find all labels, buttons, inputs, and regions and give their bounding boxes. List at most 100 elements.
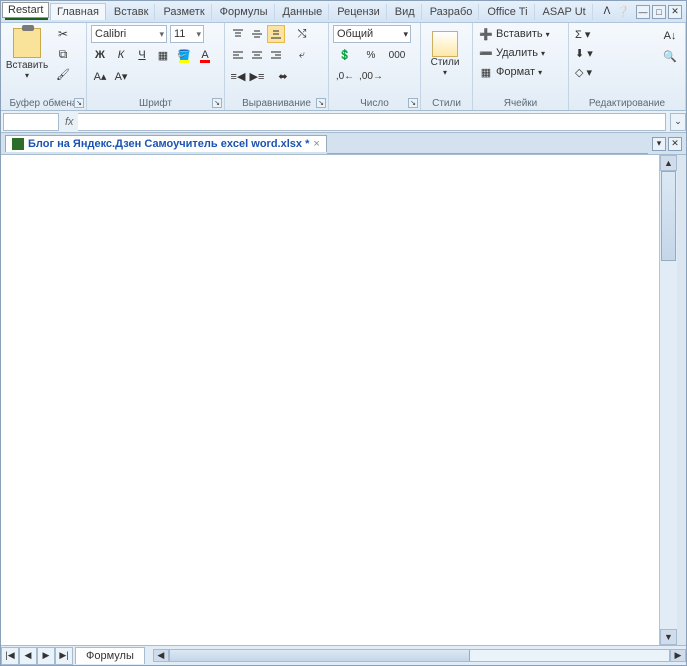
- bold-button[interactable]: Ж: [91, 46, 109, 64]
- sort-filter-icon[interactable]: A↓: [661, 27, 679, 45]
- format-cells-button[interactable]: ▦Формат▾: [477, 63, 564, 81]
- horizontal-scrollbar[interactable]: ◀ ▶: [153, 649, 686, 662]
- insert-label: Вставить: [496, 28, 543, 40]
- clear-button[interactable]: ◇ ▾: [573, 63, 607, 81]
- cell-grid[interactable]: [1, 155, 659, 645]
- align-left-icon[interactable]: [229, 46, 247, 64]
- percent-icon[interactable]: %: [359, 46, 383, 64]
- tab-view[interactable]: Вид: [389, 4, 422, 20]
- close-icon[interactable]: ✕: [668, 5, 682, 19]
- formula-bar: fx ⌄: [1, 111, 686, 133]
- group-cells: ➕Вставить▾ ➖Удалить▾ ▦Формат▾ Ячейки: [473, 23, 569, 110]
- italic-button[interactable]: К: [112, 46, 130, 64]
- fill-button[interactable]: ⬇ ▾: [573, 44, 607, 62]
- font-color-button[interactable]: A: [196, 46, 214, 64]
- cell-styles-button[interactable]: Стили ▾: [425, 31, 465, 77]
- formula-input[interactable]: [78, 113, 666, 131]
- restart-tag: Restart: [2, 2, 49, 18]
- group-label: Выравнивание: [229, 97, 324, 110]
- dialog-launcher-icon[interactable]: ↘: [316, 98, 326, 108]
- fx-icon[interactable]: fx: [61, 116, 78, 128]
- border-button[interactable]: ▦: [154, 46, 172, 64]
- align-middle-icon[interactable]: [248, 25, 266, 43]
- name-box[interactable]: [3, 113, 59, 131]
- comma-icon[interactable]: 000: [385, 46, 409, 64]
- copy-icon[interactable]: [53, 45, 73, 63]
- align-top-icon[interactable]: [229, 25, 247, 43]
- app-window: Файл Главная Вставк Разметк Формулы Данн…: [0, 0, 687, 666]
- number-format-select[interactable]: Общий: [333, 25, 411, 43]
- minimize-icon[interactable]: —: [636, 5, 650, 19]
- sheet-tab[interactable]: Формулы: [75, 647, 145, 664]
- fill-color-button[interactable]: 🪣: [175, 46, 193, 64]
- align-bottom-icon[interactable]: [267, 25, 285, 43]
- next-sheet-icon[interactable]: ▶: [37, 647, 55, 665]
- grow-font-icon[interactable]: A▴: [91, 67, 109, 85]
- dialog-launcher-icon[interactable]: ↘: [408, 98, 418, 108]
- find-select-icon[interactable]: 🔍: [661, 47, 679, 65]
- paste-button[interactable]: Вставить ▾: [5, 25, 49, 83]
- close-tab-icon[interactable]: ×: [313, 138, 319, 150]
- window-controls: — □ ✕: [636, 5, 682, 19]
- increase-decimal-icon[interactable]: ,0←: [333, 67, 357, 85]
- scroll-up-icon[interactable]: ▲: [660, 155, 677, 171]
- tab-layout[interactable]: Разметк: [157, 4, 211, 20]
- tab-menu-icon[interactable]: ▾: [652, 137, 666, 151]
- align-center-icon[interactable]: [248, 46, 266, 64]
- maximize-icon[interactable]: □: [652, 5, 666, 19]
- group-editing: Σ ▾ ⬇ ▾ ◇ ▾ A↓ 🔍 Редактирование: [569, 23, 686, 110]
- first-sheet-icon[interactable]: |◀: [1, 647, 19, 665]
- prev-sheet-icon[interactable]: ◀: [19, 647, 37, 665]
- tab-insert[interactable]: Вставк: [108, 4, 156, 20]
- group-label: Число: [333, 97, 416, 110]
- increase-indent-icon[interactable]: ▶≡: [248, 67, 266, 85]
- delete-cells-button[interactable]: ➖Удалить▾: [477, 44, 564, 62]
- workbook-tab[interactable]: Блог на Яндекс.Дзен Самоучитель excel wo…: [5, 135, 327, 152]
- tab-formulas[interactable]: Формулы: [214, 4, 275, 20]
- dialog-launcher-icon[interactable]: ↘: [74, 98, 84, 108]
- orientation-icon[interactable]: ⤭: [293, 25, 311, 43]
- insert-cells-button[interactable]: ➕Вставить▾: [477, 25, 564, 43]
- dialog-launcher-icon[interactable]: ↘: [212, 98, 222, 108]
- scroll-down-icon[interactable]: ▼: [660, 629, 677, 645]
- scroll-right-icon[interactable]: ▶: [670, 649, 686, 662]
- underline-button[interactable]: Ч: [133, 46, 151, 64]
- format-icon: ▦: [479, 65, 493, 79]
- shrink-font-icon[interactable]: A▾: [112, 67, 130, 85]
- merge-button[interactable]: ⬌: [274, 67, 292, 85]
- help-icon[interactable]: ❔: [616, 5, 630, 18]
- font-size-select[interactable]: 11: [170, 25, 204, 43]
- tab-office[interactable]: Office Ti: [481, 4, 534, 20]
- scroll-thumb[interactable]: [170, 650, 470, 661]
- format-label: Формат: [496, 66, 535, 78]
- group-font: Calibri 11 Ж К Ч ▦ 🪣 A A▴ A▾ Шрифт ↘: [87, 23, 225, 110]
- delete-icon: ➖: [479, 46, 493, 60]
- format-painter-icon[interactable]: [53, 65, 73, 83]
- tab-home[interactable]: Главная: [50, 3, 106, 20]
- currency-icon[interactable]: 💲: [333, 46, 357, 64]
- vertical-scrollbar[interactable]: ▲ ▼: [659, 155, 677, 645]
- group-label: Стили: [425, 97, 468, 110]
- styles-icon: [432, 31, 458, 57]
- tab-developer[interactable]: Разрабо: [424, 4, 480, 20]
- decrease-decimal-icon[interactable]: ,00→: [359, 67, 383, 85]
- autosum-button[interactable]: Σ ▾: [573, 25, 607, 43]
- wrap-text-icon[interactable]: ⤶: [293, 46, 311, 64]
- paste-label: Вставить: [6, 60, 48, 71]
- scroll-left-icon[interactable]: ◀: [153, 649, 169, 662]
- last-sheet-icon[interactable]: ▶|: [55, 647, 73, 665]
- expand-formula-icon[interactable]: ⌄: [670, 113, 686, 131]
- minimize-ribbon-icon[interactable]: ᐱ: [603, 6, 610, 17]
- scroll-thumb[interactable]: [661, 171, 676, 261]
- styles-label: Стили: [431, 57, 460, 68]
- insert-icon: ➕: [479, 27, 493, 41]
- tab-asap[interactable]: ASAP Ut: [537, 4, 593, 20]
- tab-review[interactable]: Рецензи: [331, 4, 387, 20]
- align-right-icon[interactable]: [267, 46, 285, 64]
- tab-data[interactable]: Данные: [277, 4, 330, 20]
- group-alignment: ⤭ ⤶ ≡◀ ▶≡ ⬌ Выравнивание ↘: [225, 23, 329, 110]
- font-name-select[interactable]: Calibri: [91, 25, 167, 43]
- decrease-indent-icon[interactable]: ≡◀: [229, 67, 247, 85]
- close-all-icon[interactable]: ✕: [668, 137, 682, 151]
- cut-icon[interactable]: [53, 25, 73, 43]
